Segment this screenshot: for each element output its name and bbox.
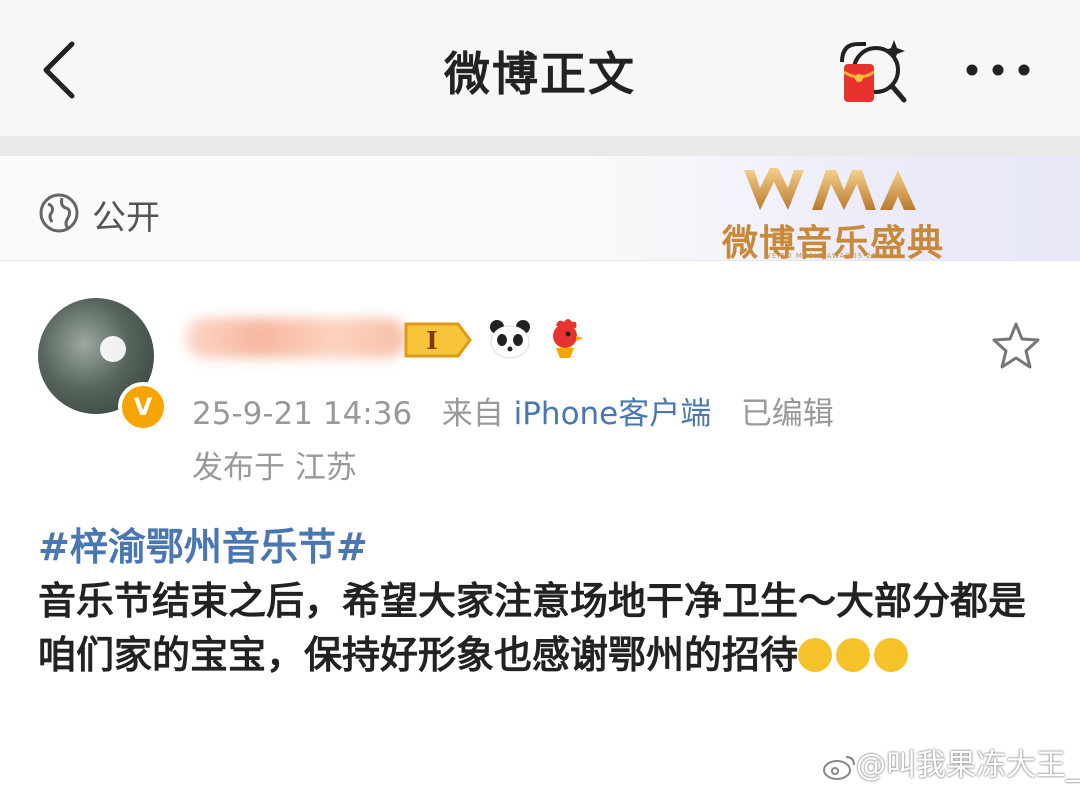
post-meta: 25-9-21 14:36 来自 iPhone客户端 已编辑 (192, 388, 834, 433)
red-packet-search-icon[interactable] (836, 36, 908, 108)
hashtag-link[interactable]: #梓渝鄂州音乐节# (38, 516, 368, 571)
level-badge[interactable]: I (402, 320, 474, 360)
favorite-star-icon[interactable] (990, 320, 1042, 370)
level-badge-label: I (426, 326, 437, 355)
page-title: 微博正文 (444, 47, 636, 101)
client-link[interactable]: iPhone客户端 (514, 396, 712, 432)
post-location: 发布于 江苏 (192, 450, 357, 486)
edited-label[interactable]: 已编辑 (741, 396, 834, 432)
more-dots-icon[interactable] (962, 58, 1034, 82)
weibo-watermark: @叫我果冻大王_ (822, 740, 1080, 784)
username-blurred[interactable] (186, 318, 406, 358)
blushing-emoji-icon (798, 637, 833, 672)
post-body: 音乐节结束之后，希望大家注意场地干净卫生～大部分都是咱们家的宝宝，保持好形象也感… (38, 574, 1048, 682)
weibo-logo-icon (823, 755, 855, 780)
post-timestamp: 25-9-21 14:36 (192, 396, 413, 432)
top-bar: 微博正文 (0, 0, 1080, 136)
rooster-icon (553, 319, 583, 358)
avatar-flower-decoration (100, 336, 126, 362)
emoji-row (798, 633, 912, 677)
source-prefix: 来自 (441, 396, 504, 432)
panda-icon (490, 320, 530, 359)
watermark-text: @叫我果冻大王_ (856, 748, 1080, 783)
blushing-emoji-icon (836, 637, 871, 672)
blushing-emoji-icon (874, 637, 909, 672)
globe-icon (39, 193, 79, 233)
banner-subtitle: WEIBO MUSIC AWARDS 2025 (764, 252, 889, 260)
visibility-label: 公开 (92, 198, 160, 238)
section-divider (0, 136, 1080, 156)
wma-logo (744, 168, 916, 210)
verified-badge: V (118, 382, 168, 432)
